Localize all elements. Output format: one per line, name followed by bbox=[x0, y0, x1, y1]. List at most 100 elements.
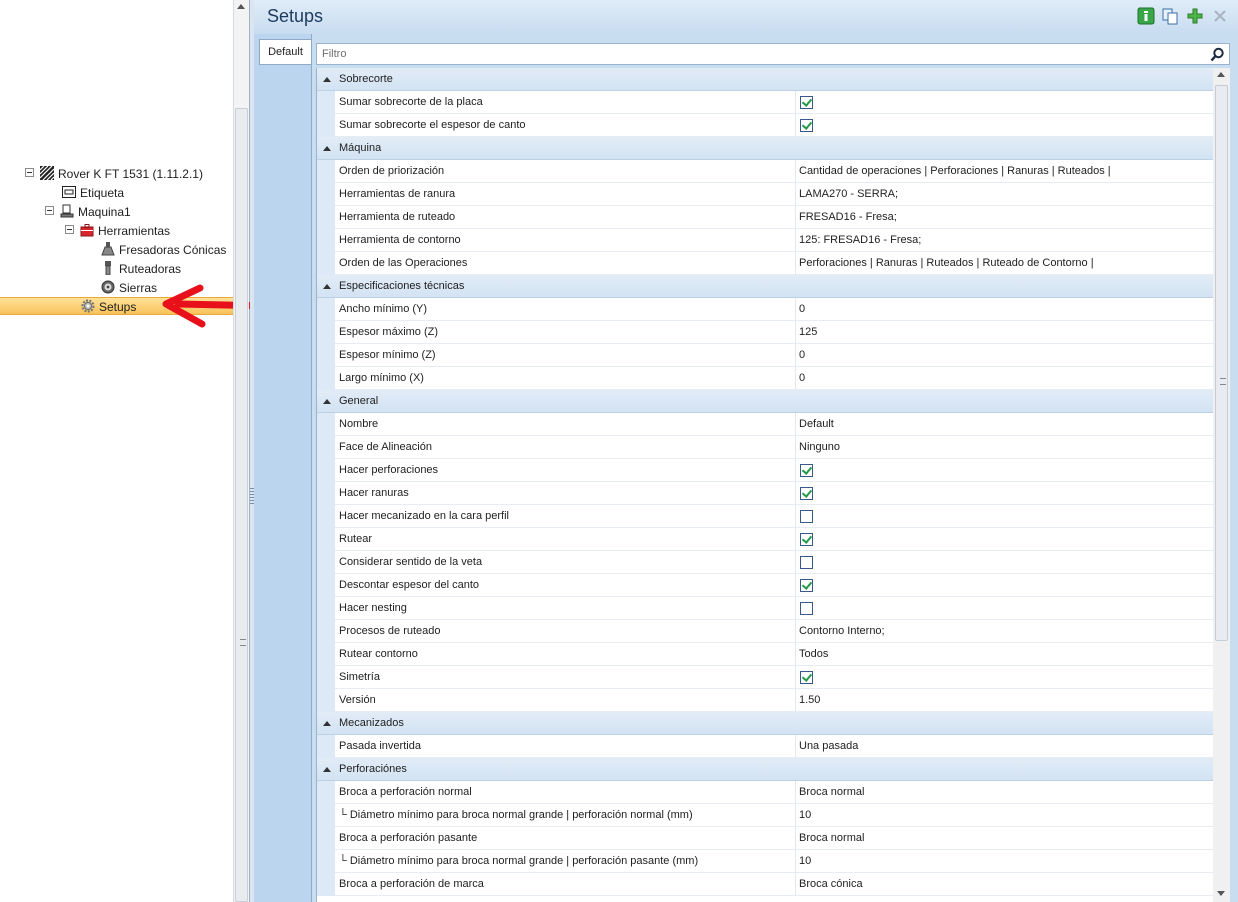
category-mecanizados[interactable]: Mecanizados bbox=[317, 712, 1214, 735]
property-value[interactable]: Broca cónica bbox=[796, 873, 1214, 896]
collapse-icon[interactable] bbox=[65, 225, 74, 235]
checkbox[interactable] bbox=[800, 579, 813, 592]
checkbox[interactable] bbox=[800, 533, 813, 546]
property-value[interactable]: 125: FRESAD16 - Fresa; bbox=[796, 229, 1214, 252]
property-row[interactable]: Face de Alineación Ninguno bbox=[317, 436, 1214, 459]
property-value[interactable]: FRESAD16 - Fresa; bbox=[796, 206, 1214, 229]
property-value[interactable]: Todos bbox=[796, 643, 1214, 666]
property-value[interactable]: 1.50 bbox=[796, 689, 1214, 712]
property-row[interactable]: Orden de priorización Cantidad de operaci… bbox=[317, 160, 1214, 183]
property-value[interactable]: 125 bbox=[796, 321, 1214, 344]
checkbox[interactable] bbox=[800, 487, 813, 500]
tree-item-fresadoras[interactable]: Fresadoras Cónicas bbox=[101, 240, 226, 258]
copy-icon[interactable] bbox=[1161, 7, 1179, 25]
property-row[interactable]: Hacer ranuras bbox=[317, 482, 1214, 505]
collapse-icon[interactable] bbox=[25, 168, 34, 178]
checkbox[interactable] bbox=[800, 464, 813, 477]
property-row[interactable]: Espesor mínimo (Z) 0 bbox=[317, 344, 1214, 367]
property-value[interactable]: Perforaciones | Ranuras | Ruteados | Rut… bbox=[796, 252, 1214, 275]
property-value[interactable]: Una pasada bbox=[796, 735, 1214, 758]
info-icon[interactable] bbox=[1137, 7, 1155, 25]
property-row[interactable]: Herramientas de ranura LAMA270 - SERRA; bbox=[317, 183, 1214, 206]
checkbox[interactable] bbox=[800, 510, 813, 523]
property-row[interactable]: Herramienta de ruteado FRESAD16 - Fresa; bbox=[317, 206, 1214, 229]
tree-item-sierras[interactable]: Sierras bbox=[101, 278, 157, 296]
collapse-chevron-icon[interactable] bbox=[323, 399, 331, 404]
property-row[interactable]: Espesor máximo (Z) 125 bbox=[317, 321, 1214, 344]
property-row[interactable]: Rutear contorno Todos bbox=[317, 643, 1214, 666]
tab-default[interactable]: Default bbox=[259, 39, 311, 65]
category-especificaciones[interactable]: Especificaciones técnicas bbox=[317, 275, 1214, 298]
property-row[interactable]: Simetría bbox=[317, 666, 1214, 689]
scroll-up-icon[interactable] bbox=[1217, 72, 1225, 77]
tree-label-rover: Rover K FT 1531 (1.11.2.1) bbox=[58, 166, 203, 181]
category-perforaciones[interactable]: Perforaciónes bbox=[317, 758, 1214, 781]
property-row[interactable]: Rutear bbox=[317, 528, 1214, 551]
property-row[interactable]: Broca a perforación normal Broca normal bbox=[317, 781, 1214, 804]
property-value[interactable]: 10 bbox=[796, 804, 1214, 827]
property-row[interactable]: Pasada invertida Una pasada bbox=[317, 735, 1214, 758]
property-name: Hacer ranuras bbox=[335, 482, 796, 505]
property-row[interactable]: Versión 1.50 bbox=[317, 689, 1214, 712]
search-icon[interactable] bbox=[1210, 47, 1225, 62]
property-row[interactable]: Herramienta de contorno 125: FRESAD16 - F… bbox=[317, 229, 1214, 252]
property-value[interactable]: 0 bbox=[796, 298, 1214, 321]
tree-item-setups[interactable]: Setups bbox=[81, 297, 136, 315]
collapse-chevron-icon[interactable] bbox=[323, 767, 331, 772]
tree-item-etiqueta[interactable]: Etiqueta bbox=[62, 183, 124, 201]
property-value[interactable]: 0 bbox=[796, 344, 1214, 367]
property-value[interactable]: LAMA270 - SERRA; bbox=[796, 183, 1214, 206]
property-value[interactable]: Broca normal bbox=[796, 827, 1214, 850]
property-row[interactable]: Hacer perforaciones bbox=[317, 459, 1214, 482]
property-row[interactable]: Procesos de ruteado Contorno Interno; bbox=[317, 620, 1214, 643]
collapse-chevron-icon[interactable] bbox=[323, 284, 331, 289]
checkbox[interactable] bbox=[800, 96, 813, 109]
scrollbar-thumb[interactable] bbox=[235, 108, 248, 902]
checkbox[interactable] bbox=[800, 556, 813, 569]
tree-item-ruteadoras[interactable]: Ruteadoras bbox=[101, 259, 181, 277]
tree-scrollbar[interactable] bbox=[233, 0, 249, 902]
property-row[interactable]: Ancho mínimo (Y) 0 bbox=[317, 298, 1214, 321]
checkbox[interactable] bbox=[800, 602, 813, 615]
collapse-chevron-icon[interactable] bbox=[323, 721, 331, 726]
property-row[interactable]: └ Diámetro mínimo para broca normal gran… bbox=[317, 804, 1214, 827]
property-value[interactable]: Ninguno bbox=[796, 436, 1214, 459]
category-maquina[interactable]: Máquina bbox=[317, 137, 1214, 160]
tree-item-rover[interactable]: Rover K FT 1531 (1.11.2.1) bbox=[25, 164, 203, 182]
property-value[interactable]: Contorno Interno; bbox=[796, 620, 1214, 643]
property-row[interactable]: Orden de las Operaciones Perforaciones | … bbox=[317, 252, 1214, 275]
collapse-chevron-icon[interactable] bbox=[323, 146, 331, 151]
scroll-down-icon[interactable] bbox=[1217, 891, 1225, 896]
property-row[interactable]: Descontar espesor del canto bbox=[317, 574, 1214, 597]
property-row[interactable]: Sumar sobrecorte de la placa bbox=[317, 91, 1214, 114]
property-row[interactable]: Broca a perforación de marca Broca cónica bbox=[317, 873, 1214, 896]
filter-input[interactable]: Filtro bbox=[322, 48, 346, 60]
property-value[interactable]: 0 bbox=[796, 367, 1214, 390]
add-icon[interactable] bbox=[1186, 7, 1204, 25]
tree-item-herramientas[interactable]: Herramientas bbox=[65, 221, 170, 239]
filter-box[interactable]: Filtro bbox=[316, 43, 1230, 65]
scrollbar-thumb[interactable] bbox=[1215, 85, 1228, 641]
property-row[interactable]: Hacer mecanizado en la cara perfil bbox=[317, 505, 1214, 528]
property-row[interactable]: Largo mínimo (X) 0 bbox=[317, 367, 1214, 390]
grid-scrollbar[interactable] bbox=[1213, 68, 1230, 902]
property-row[interactable]: Nombre Default bbox=[317, 413, 1214, 436]
tree-item-maquina1[interactable]: Maquina1 bbox=[45, 202, 131, 220]
property-row[interactable]: Considerar sentido de la veta bbox=[317, 551, 1214, 574]
collapse-icon[interactable] bbox=[45, 206, 54, 216]
category-general[interactable]: General bbox=[317, 390, 1214, 413]
property-value[interactable]: Cantidad de operaciones | Perforaciones … bbox=[796, 160, 1214, 183]
collapse-chevron-icon[interactable] bbox=[323, 77, 331, 82]
scroll-up-icon[interactable] bbox=[237, 4, 245, 9]
property-row[interactable]: └ Diámetro mínimo para broca normal gran… bbox=[317, 850, 1214, 873]
checkbox[interactable] bbox=[800, 671, 813, 684]
property-value[interactable]: 10 bbox=[796, 850, 1214, 873]
property-row[interactable]: Broca a perforación pasante Broca normal bbox=[317, 827, 1214, 850]
property-row[interactable]: Hacer nesting bbox=[317, 597, 1214, 620]
close-icon[interactable] bbox=[1211, 7, 1229, 25]
category-sobrecorte[interactable]: Sobrecorte bbox=[317, 68, 1214, 91]
property-row[interactable]: Sumar sobrecorte el espesor de canto bbox=[317, 114, 1214, 137]
property-value[interactable]: Broca normal bbox=[796, 781, 1214, 804]
checkbox[interactable] bbox=[800, 119, 813, 132]
property-value[interactable]: Default bbox=[796, 413, 1214, 436]
